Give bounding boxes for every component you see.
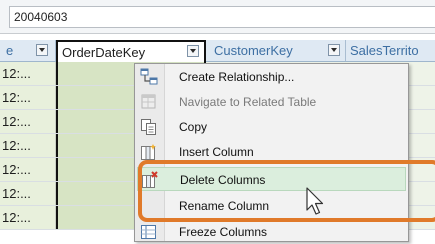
table-cell[interactable]: 12:... [0,110,56,133]
insert-column-icon [140,143,158,161]
menu-item-label: Copy [179,120,208,134]
formula-input[interactable]: 20040603 [9,6,435,28]
menu-item-delete-columns[interactable]: Delete Columns [137,167,406,191]
table-cell[interactable]: 12:... [0,206,56,229]
menu-item-label: Insert Column [179,145,254,159]
menu-item-copy[interactable]: Copy [137,115,406,139]
column-header-customerkey[interactable]: CustomerKey [206,40,346,61]
mouse-cursor-icon [306,187,324,215]
column-filter-dropdown-icon[interactable] [187,45,199,57]
table-cell[interactable]: 12:... [0,182,56,205]
column-header-prev-label: e [6,43,14,58]
menu-item-create-relationship[interactable]: Create Relationship... [137,65,406,89]
column-header-orderdatekey-label: OrderDateKey [62,45,146,60]
menu-item-label: Rename Column [179,199,270,213]
column-context-menu: Create Relationship... Navigate to Relat… [134,63,409,242]
table-cell[interactable]: 12:... [0,134,56,157]
table-cell[interactable]: 12:... [0,158,56,181]
column-header-orderdatekey[interactable]: OrderDateKey [56,40,206,62]
menu-item-insert-column[interactable]: Insert Column [137,140,406,164]
menu-item-freeze-columns[interactable]: Freeze Columns [137,220,406,244]
column-header-customerkey-label: CustomerKey [214,43,293,58]
menu-item-label: Delete Columns [180,173,266,187]
menu-item-label: Navigate to Related Table [179,95,317,109]
menu-item-label: Freeze Columns [179,225,268,239]
column-header-salesterritory[interactable]: SalesTerrito [346,40,435,61]
delete-columns-icon [141,171,159,189]
column-filter-dropdown-icon[interactable] [328,44,340,56]
create-relationship-icon [140,68,158,86]
menu-item-navigate-related-table[interactable]: Navigate to Related Table [137,90,406,114]
menu-item-label: Create Relationship... [179,70,295,84]
column-filter-dropdown-icon[interactable] [36,44,48,56]
column-header-row: e OrderDateKey CustomerKey SalesTerrito [0,40,435,62]
column-header-prev[interactable]: e [0,40,56,61]
table-cell[interactable]: 12:... [0,86,56,109]
column-header-salesterritory-label: SalesTerrito [350,43,419,58]
navigate-related-table-icon [140,93,158,111]
table-cell[interactable]: 12:... [0,62,56,85]
copy-icon [140,118,158,136]
formula-bar: 20040603 [0,0,435,34]
menu-item-rename-column[interactable]: Rename Column [137,194,406,218]
freeze-columns-icon [140,223,158,241]
